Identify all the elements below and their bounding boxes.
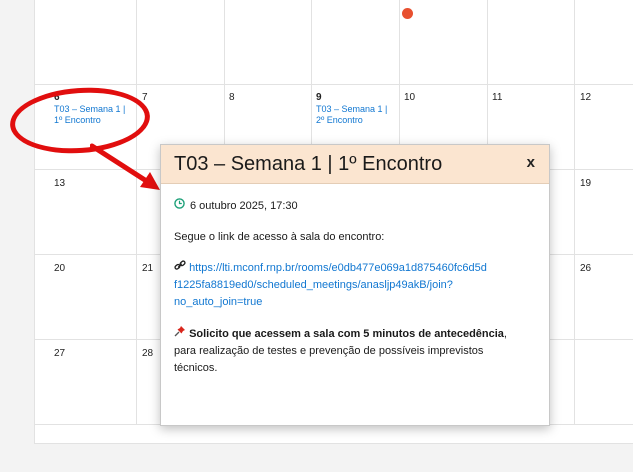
day-number[interactable]: 8 — [229, 92, 235, 103]
calendar-event-day9[interactable]: T03 – Semana 1 | 2º Encontro — [316, 104, 387, 126]
day-number[interactable]: 20 — [54, 263, 65, 274]
day-number[interactable]: 21 — [142, 263, 153, 274]
popover-header: T03 – Semana 1 | 1º Encontro x — [161, 145, 549, 184]
day-number[interactable]: 27 — [54, 348, 65, 359]
meeting-link[interactable]: https://lti.mconf.rnp.br/rooms/e0db477e0… — [174, 260, 536, 311]
day-number[interactable]: 10 — [404, 92, 415, 103]
popover-body: 6 outubro 2025, 17:30 Segue o link de ac… — [161, 184, 549, 377]
notice-text: Solicito que acessem a sala com 5 minuto… — [174, 325, 536, 377]
event-title-line: 2º Encontro — [316, 115, 363, 125]
grid-line — [136, 0, 137, 424]
grid-line — [35, 84, 633, 85]
clock-icon — [174, 198, 185, 215]
meeting-url-line[interactable]: f1225fa8819ed0/scheduled_meetings/anaslj… — [174, 279, 453, 291]
day-number[interactable]: 7 — [142, 92, 148, 103]
intro-text: Segue o link de acesso à sala do encontr… — [174, 231, 385, 243]
meeting-url-line[interactable]: https://lti.mconf.rnp.br/rooms/e0db477e0… — [189, 262, 487, 274]
meeting-url-line[interactable]: no_auto_join=true — [174, 296, 262, 308]
close-button[interactable]: x — [527, 154, 535, 171]
today-indicator — [402, 8, 413, 19]
event-title-line: T03 – Semana 1 | — [316, 104, 388, 114]
day-number[interactable]: 19 — [580, 178, 591, 189]
arrow-annotation — [90, 143, 160, 190]
day-number[interactable]: 11 — [492, 92, 502, 103]
event-details-popover: T03 – Semana 1 | 1º Encontro x 6 outubro… — [160, 144, 550, 426]
grid-line — [574, 0, 575, 424]
notice-rest: para realização de testes e prevenção de… — [174, 345, 484, 357]
day-number[interactable]: 13 — [54, 178, 65, 189]
link-icon — [174, 260, 189, 274]
event-datetime: 6 outubro 2025, 17:30 — [174, 198, 536, 215]
notice-rest: técnicos. — [174, 362, 218, 374]
day-number[interactable]: 12 — [580, 92, 591, 103]
popover-title: T03 – Semana 1 | 1º Encontro — [174, 153, 443, 175]
notice-bold: Solicito que acessem a sala com 5 minuto… — [189, 328, 504, 340]
day-number[interactable]: 28 — [142, 348, 153, 359]
notice-rest: , — [503, 328, 507, 340]
day-number[interactable]: 9 — [316, 92, 322, 103]
event-datetime-text: 6 outubro 2025, 17:30 — [190, 200, 298, 212]
day-number[interactable]: 26 — [580, 263, 591, 274]
pushpin-icon — [174, 326, 189, 340]
